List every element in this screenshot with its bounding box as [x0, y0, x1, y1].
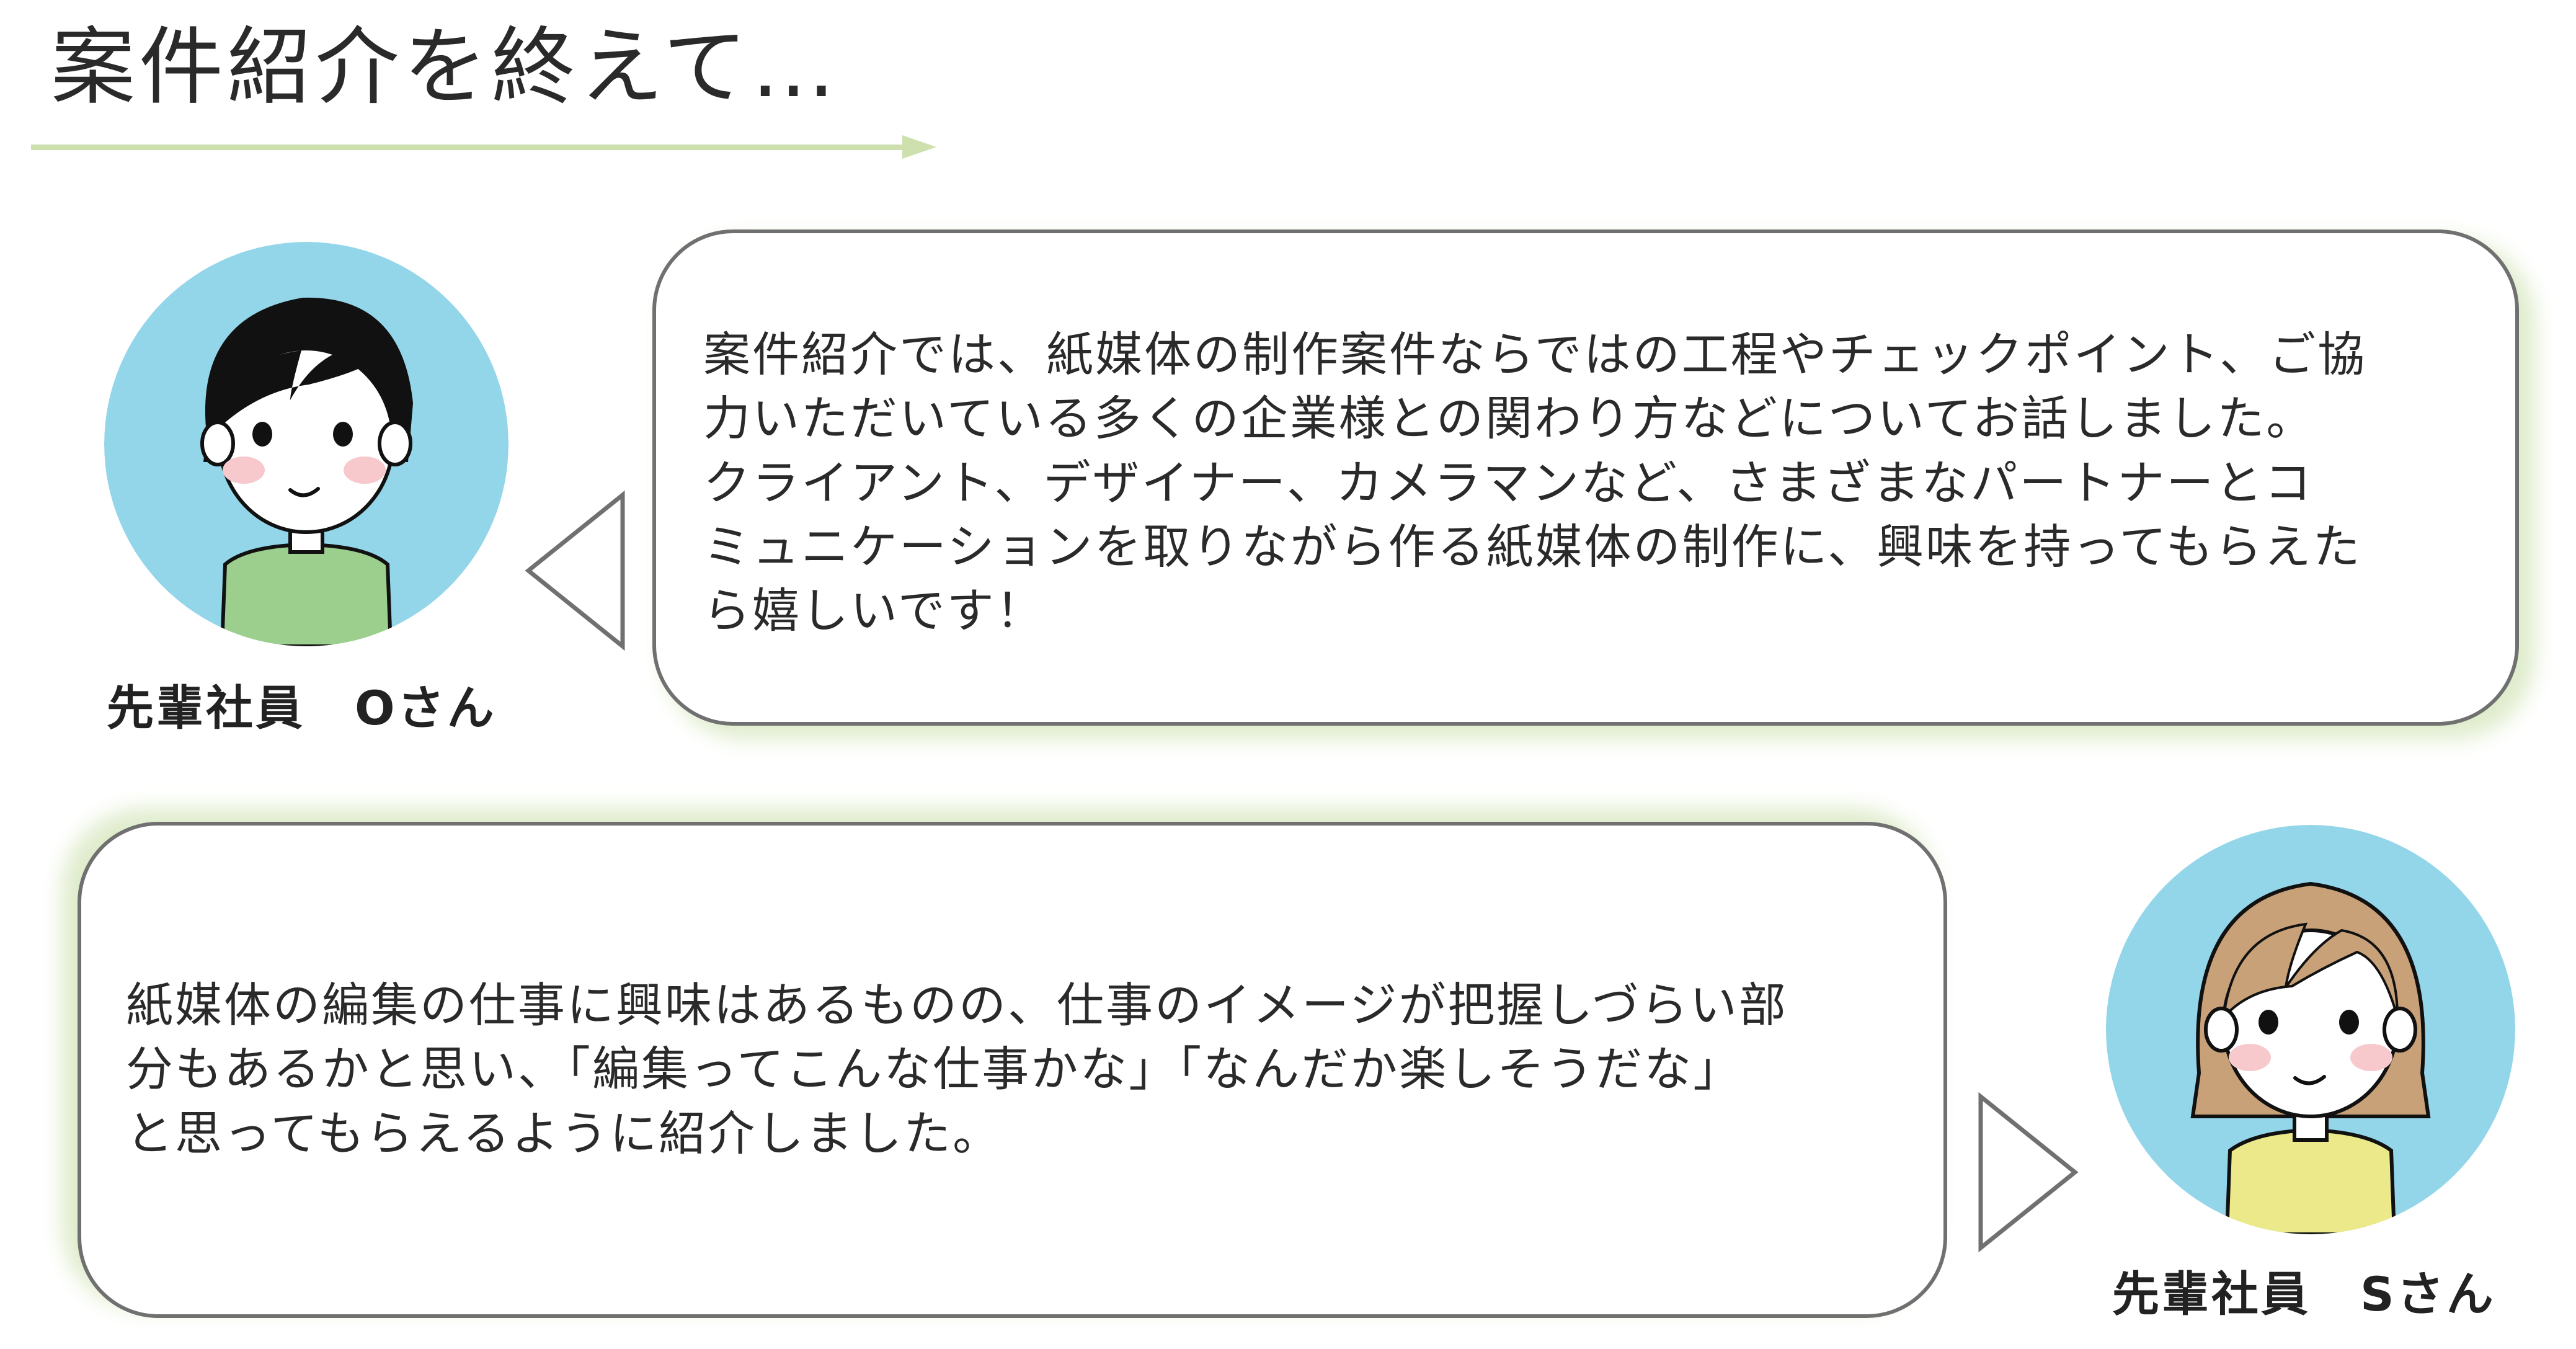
avatar-o	[104, 242, 509, 646]
speech-bubble-s: 紙媒体の編集の仕事に興味はあるものの、仕事のイメージが把握しづらい部 分もあるか…	[78, 822, 1947, 1318]
speaker-s-label: 先輩社員 Sさん	[2112, 1267, 2496, 1322]
speech-text-o: 案件紹介では、紙媒体の制作案件ならではの工程やチェックポイント、ご協 力いただい…	[703, 327, 2367, 639]
title-arrow-icon	[31, 135, 936, 159]
avatar-icon	[2106, 825, 2515, 1234]
triangle-left-icon	[525, 490, 625, 651]
avatar-s	[2106, 825, 2515, 1234]
avatar-icon	[104, 242, 509, 646]
speech-text-s: 紙媒体の編集の仕事に興味はあるものの、仕事のイメージが把握しづらい部 分もあるか…	[126, 977, 1788, 1161]
speech-bubble-o: 案件紹介では、紙媒体の制作案件ならではの工程やチェックポイント、ご協 力いただい…	[652, 229, 2519, 726]
triangle-right-icon	[1978, 1092, 2079, 1253]
page-title: 案件紹介を終えて…	[51, 19, 840, 117]
speaker-o-label: 先輩社員 Oさん	[107, 680, 497, 736]
